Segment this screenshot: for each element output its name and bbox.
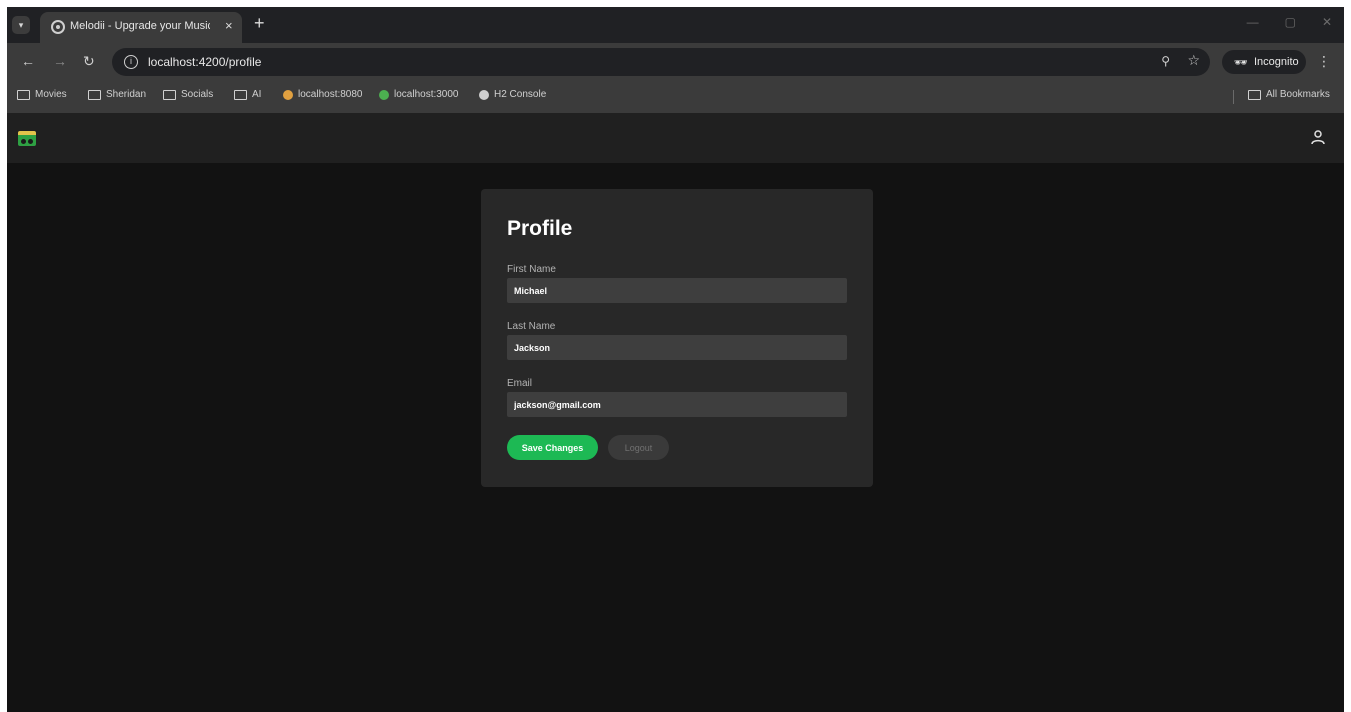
first-name-input[interactable] [507,278,847,303]
back-icon[interactable]: ← [21,53,35,69]
folder-icon [163,89,176,100]
profile-card: Profile First Name Last Name Email Save … [481,189,873,487]
save-changes-button[interactable]: Save Changes [507,435,598,460]
tab-search-icon[interactable]: ▾ [12,16,30,34]
forward-icon[interactable]: → [53,53,67,69]
globe-icon [479,89,489,100]
last-name-label: Last Name [507,321,556,332]
reload-icon[interactable]: ↻ [83,53,95,70]
page-title: Profile [507,217,573,240]
leaf-icon [379,89,389,100]
bookmark-h2-console[interactable]: H2 Console [479,89,546,100]
bookmarks-bar: Movies Sheridan Socials AI localhost:808… [7,81,1344,113]
zoom-icon[interactable]: ⚲ [1161,54,1170,68]
email-input[interactable] [507,392,847,417]
spring-leaf-icon [283,89,293,100]
app-main: Profile First Name Last Name Email Save … [7,163,1344,712]
tab-title: Melodii - Upgrade your Music [70,20,210,32]
window-controls: — ▢ ✕ [1247,15,1332,29]
logout-button[interactable]: Logout [608,435,669,460]
incognito-icon: 🕶 [1234,56,1248,69]
incognito-label: Incognito [1253,56,1299,68]
url-text[interactable]: localhost:4200/profile [148,55,261,69]
bookmark-movies[interactable]: Movies [17,89,67,100]
bookmark-socials[interactable]: Socials [163,89,213,100]
app-header [7,113,1344,163]
minimize-icon[interactable]: — [1247,15,1259,29]
browser-tab[interactable]: Melodii - Upgrade your Music × [40,12,242,43]
last-name-input[interactable] [507,335,847,360]
bookmark-ai[interactable]: AI [234,89,261,100]
bookmark-localhost-8080[interactable]: localhost:8080 [283,89,363,100]
tab-close-icon[interactable]: × [225,18,233,33]
folder-icon [234,89,247,100]
folder-icon [1248,89,1261,100]
maximize-icon[interactable]: ▢ [1285,15,1296,29]
browser-window: ▾ Melodii - Upgrade your Music × + — ▢ ✕… [7,7,1344,712]
folder-icon [88,89,101,100]
email-label: Email [507,378,533,389]
bookmark-star-icon[interactable]: ☆ [1187,52,1200,69]
address-bar[interactable]: i localhost:4200/profile ⚲ ☆ [112,48,1210,76]
toolbar: ← → ↻ i localhost:4200/profile ⚲ ☆ 🕶 Inc… [7,43,1344,81]
globe-icon [51,20,65,34]
bookmark-localhost-3000[interactable]: localhost:3000 [379,89,459,100]
all-bookmarks-button[interactable]: All Bookmarks [1248,89,1330,100]
browser-menu-icon[interactable]: ⋮ [1317,53,1331,70]
incognito-badge[interactable]: 🕶 Incognito [1222,50,1306,74]
close-window-icon[interactable]: ✕ [1322,15,1332,29]
tab-strip: ▾ Melodii - Upgrade your Music × + — ▢ ✕ [7,7,1344,43]
folder-icon [17,89,30,100]
first-name-label: First Name [507,264,556,275]
user-icon[interactable] [1310,129,1326,145]
bookmarks-divider [1233,90,1234,104]
new-tab-button[interactable]: + [254,13,265,34]
bookmark-sheridan[interactable]: Sheridan [88,89,146,100]
site-info-icon[interactable]: i [124,55,138,69]
boombox-logo-icon[interactable] [18,131,36,146]
